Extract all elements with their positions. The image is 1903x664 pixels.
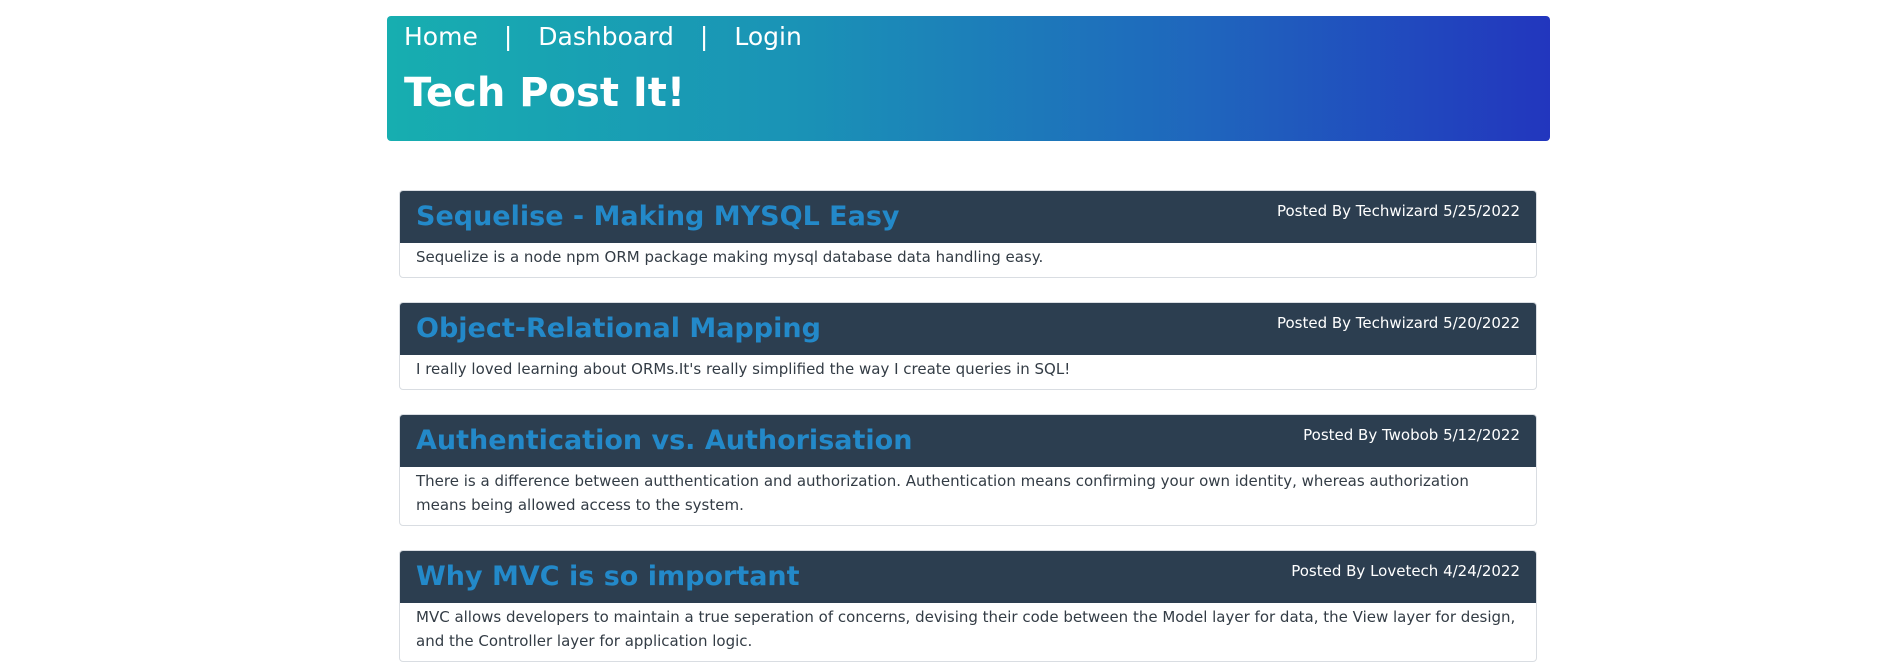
page: Home | Dashboard | Login Tech Post It! S… xyxy=(0,0,1903,664)
post-list: Sequelise - Making MYSQL Easy Posted By … xyxy=(399,190,1537,664)
nav-separator: | xyxy=(699,22,709,51)
nav-login-link[interactable]: Login xyxy=(734,21,801,53)
post-header: Why MVC is so important Posted By Lovete… xyxy=(400,551,1536,603)
nav-separator: | xyxy=(503,22,513,51)
post-title-link[interactable]: Sequelise - Making MYSQL Easy xyxy=(416,199,900,235)
nav-home-link[interactable]: Home xyxy=(404,21,478,53)
post-meta: Posted By Lovetech 4/24/2022 xyxy=(1291,562,1520,580)
post-body: MVC allows developers to maintain a true… xyxy=(416,608,1516,650)
post-title-link[interactable]: Why MVC is so important xyxy=(416,559,800,595)
post-header: Authentication vs. Authorisation Posted … xyxy=(400,415,1536,467)
post-body: I really loved learning about ORMs.It's … xyxy=(416,360,1071,378)
top-nav: Home | Dashboard | Login xyxy=(404,21,802,53)
post-header: Sequelise - Making MYSQL Easy Posted By … xyxy=(400,191,1536,243)
post-header: Object-Relational Mapping Posted By Tech… xyxy=(400,303,1536,355)
post-card: Authentication vs. Authorisation Posted … xyxy=(399,414,1537,526)
nav-dashboard-link[interactable]: Dashboard xyxy=(538,21,674,53)
post-meta: Posted By Twobob 5/12/2022 xyxy=(1303,426,1520,444)
post-card: Sequelise - Making MYSQL Easy Posted By … xyxy=(399,190,1537,278)
post-card: Object-Relational Mapping Posted By Tech… xyxy=(399,302,1537,390)
post-meta: Posted By Techwizard 5/20/2022 xyxy=(1276,314,1520,332)
post-body: There is a difference between autthentic… xyxy=(416,472,1469,514)
post-meta: Posted By Techwizard 5/25/2022 xyxy=(1276,202,1520,220)
post-title-link[interactable]: Object-Relational Mapping xyxy=(416,311,821,347)
post-card: Why MVC is so important Posted By Lovete… xyxy=(399,550,1537,662)
post-body: Sequelize is a node npm ORM package maki… xyxy=(416,248,1044,266)
site-title: Tech Post It! xyxy=(404,70,686,116)
site-header: Home | Dashboard | Login Tech Post It! xyxy=(387,16,1550,141)
post-title-link[interactable]: Authentication vs. Authorisation xyxy=(416,423,912,459)
